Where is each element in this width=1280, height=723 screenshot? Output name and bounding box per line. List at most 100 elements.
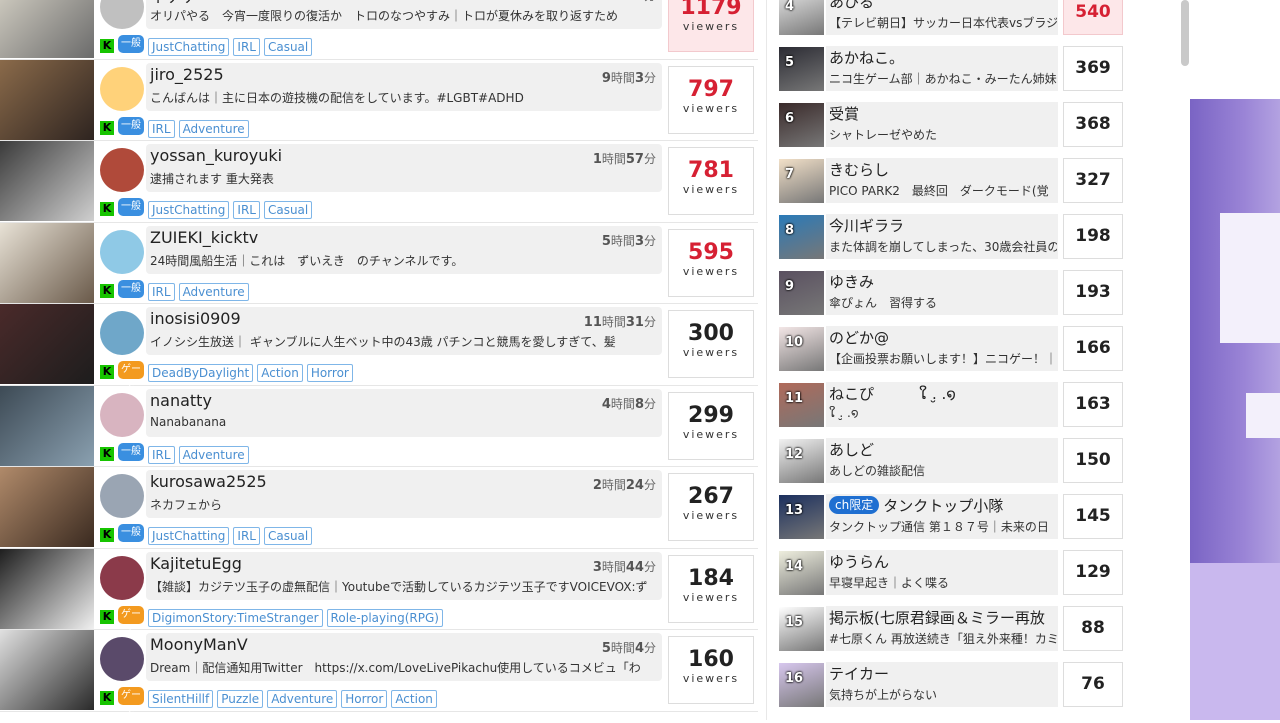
- nico-thumbnail[interactable]: 7: [779, 159, 824, 203]
- nico-streamer-name[interactable]: 掲示板(七原君録画＆ミラー再放: [829, 607, 1045, 628]
- viewer-count-box[interactable]: 781 viewers: [668, 147, 754, 215]
- stream-tag[interactable]: Adventure: [178, 445, 249, 464]
- stream-row[interactable]: ネテテ 33分オリパやる 今宵一度限りの復活か トロのなつやすみ｜トロが夏休みを取…: [0, 0, 758, 60]
- nico-row[interactable]: 12 あしど あしどの雑談配信 150: [774, 432, 1130, 488]
- nico-thumbnail[interactable]: 9: [779, 271, 824, 315]
- stream-row[interactable]: inosisi0909 11時間31分 イノシシ生放送｜ ギャンブルに人生ベット中の…: [0, 304, 758, 393]
- nico-streamer-name[interactable]: あひる: [829, 0, 874, 12]
- viewer-count-box[interactable]: 184 viewers: [668, 554, 754, 623]
- stream-tag[interactable]: Action: [257, 364, 303, 382]
- nico-streamer-name[interactable]: のどか@: [829, 327, 889, 348]
- nico-viewer-box[interactable]: 327: [1063, 158, 1123, 203]
- nico-row[interactable]: 13 ch限定 タンクトップ小隊 タンクトップ通信 第１８７号｜未来の日 145: [774, 488, 1130, 544]
- stream-tag[interactable]: Horror: [341, 690, 388, 708]
- stream-tag[interactable]: Horror: [306, 364, 353, 382]
- viewer-count-box[interactable]: 267 viewers: [668, 473, 754, 541]
- stream-tag[interactable]: Action: [391, 690, 437, 708]
- scrollbar-thumb[interactable]: [1181, 0, 1189, 66]
- stream-thumbnail[interactable]: [0, 385, 94, 466]
- viewer-count-box[interactable]: 160 viewers: [668, 636, 754, 704]
- nico-thumbnail[interactable]: 14: [779, 551, 824, 595]
- stream-row[interactable]: ZUIEKI_kicktv 5時間3分 24時間風船生活｜これは ずいえき のチャン…: [0, 222, 758, 304]
- viewer-count-box[interactable]: 300 viewers: [668, 310, 754, 378]
- nico-streamer-name[interactable]: きむらし: [829, 159, 889, 180]
- stream-row[interactable]: jiro_2525 9時間3分 こんばんは｜主に日本の遊技機の配信をしています。#L…: [0, 59, 758, 141]
- nico-thumbnail[interactable]: 12: [779, 439, 824, 483]
- nico-streamer-name[interactable]: あしど: [829, 439, 874, 460]
- stream-tag[interactable]: DigimonStory:TimeStranger: [148, 608, 323, 627]
- streamer-avatar[interactable]: [100, 148, 144, 192]
- nico-thumbnail[interactable]: 11: [779, 383, 824, 427]
- nico-thumbnail[interactable]: 6: [779, 103, 824, 147]
- streamer-avatar[interactable]: [100, 66, 144, 111]
- nico-row[interactable]: 9 ゆきみ 傘ぴょん 習得する 193: [774, 264, 1130, 320]
- nico-row[interactable]: 11 ねこぴ ໃ .̮ .໑ໃ .̮ .໑ 163: [774, 376, 1130, 432]
- nico-streamer-name[interactable]: ゆうらん: [829, 551, 889, 572]
- stream-tag[interactable]: Casual: [263, 38, 313, 56]
- viewer-count-box[interactable]: 1179 viewers: [668, 0, 754, 52]
- nico-row[interactable]: 15 掲示板(七原君録画＆ミラー再放 #七原くん 再放送続き「狙え外来種！カミ 88: [774, 600, 1130, 656]
- streamer-name[interactable]: ネテテ: [150, 0, 198, 7]
- stream-tag[interactable]: IRL: [148, 119, 175, 138]
- viewer-count-box[interactable]: 299 viewers: [668, 391, 754, 460]
- streamer-name[interactable]: ZUIEKI_kicktv: [150, 228, 258, 247]
- stream-thumbnail[interactable]: [0, 222, 94, 303]
- nico-viewer-box[interactable]: 198: [1063, 214, 1123, 259]
- streamer-name[interactable]: yossan_kuroyuki: [150, 146, 282, 165]
- nico-thumbnail[interactable]: 15: [779, 607, 824, 651]
- nico-row[interactable]: 10 のどか@ 【企画投票お願いします！】ニコゲー！｜ 166: [774, 320, 1130, 376]
- stream-row[interactable]: nanatty 4時間8分 Nanabanana K 一般 IRL Adventure 299…: [0, 385, 758, 467]
- stream-tag[interactable]: Casual: [263, 201, 313, 219]
- viewer-count-box[interactable]: 595 viewers: [668, 228, 754, 297]
- nico-thumbnail[interactable]: 16: [779, 663, 824, 707]
- nico-thumbnail[interactable]: 5: [779, 47, 824, 91]
- nico-viewer-box[interactable]: 540: [1063, 0, 1123, 35]
- viewer-count-box[interactable]: 797 viewers: [668, 65, 754, 134]
- stream-tag[interactable]: JustChatting: [148, 38, 230, 56]
- nico-viewer-box[interactable]: 193: [1063, 270, 1123, 315]
- stream-tag[interactable]: IRL: [148, 282, 175, 301]
- nico-row[interactable]: 5 あかねこ。 ニコ生ゲーム部｜あかねこ・みーたん姉妹 369: [774, 40, 1130, 96]
- streamer-avatar[interactable]: [100, 0, 144, 29]
- stream-thumbnail[interactable]: [0, 548, 94, 629]
- stream-thumbnail[interactable]: [0, 630, 94, 710]
- streamer-name[interactable]: MoonyManV: [150, 635, 248, 654]
- stream-row[interactable]: kurosawa2525 2時間24分 ネカフェから K 一般 JustChatting I…: [0, 467, 758, 549]
- stream-tag[interactable]: Adventure: [267, 690, 338, 708]
- streamer-avatar[interactable]: [100, 311, 144, 355]
- nico-streamer-name[interactable]: 今川ギララ: [829, 215, 904, 236]
- nico-row[interactable]: 8 今川ギララ また体調を崩してしまった、30歳会社員の 198: [774, 208, 1130, 264]
- nico-thumbnail[interactable]: 10: [779, 327, 824, 371]
- stream-thumbnail[interactable]: [0, 467, 94, 547]
- stream-tag[interactable]: IRL: [233, 527, 260, 545]
- nico-thumbnail[interactable]: 4: [779, 0, 824, 35]
- stream-row[interactable]: MoonyManV 5時間4分 Dream｜配信通知用Twitter https:/…: [0, 630, 758, 719]
- stream-tag[interactable]: Casual: [263, 527, 313, 545]
- stream-thumbnail[interactable]: [0, 0, 94, 58]
- nico-streamer-name[interactable]: ch限定 タンクトップ小隊: [829, 495, 1003, 516]
- streamer-name[interactable]: jiro_2525: [150, 65, 224, 84]
- nico-row[interactable]: 4 あひる 【テレビ朝日】サッカー日本代表vsブラジ 540: [774, 0, 1130, 40]
- streamer-name[interactable]: nanatty: [150, 391, 212, 410]
- streamer-avatar[interactable]: [100, 555, 144, 600]
- stream-row[interactable]: yossan_kuroyuki 1時間57分 逮捕されます 重大発表 K 一般 JustC…: [0, 141, 758, 223]
- streamer-avatar[interactable]: [100, 474, 144, 518]
- streamer-avatar[interactable]: [100, 392, 144, 437]
- stream-tag[interactable]: IRL: [148, 445, 175, 464]
- stream-thumbnail[interactable]: [0, 59, 94, 140]
- nico-viewer-box[interactable]: 369: [1063, 46, 1123, 91]
- nico-viewer-box[interactable]: 88: [1063, 606, 1123, 651]
- stream-tag[interactable]: Puzzle: [217, 690, 264, 708]
- nico-row[interactable]: 6 受賞 シャトレーゼやめた 368: [774, 96, 1130, 152]
- nico-viewer-box[interactable]: 76: [1063, 662, 1123, 707]
- stream-tag[interactable]: Adventure: [178, 119, 249, 138]
- nico-viewer-box[interactable]: 150: [1063, 438, 1123, 483]
- stream-tag[interactable]: Role-playing(RPG): [326, 608, 443, 627]
- stream-tag[interactable]: JustChatting: [148, 201, 230, 219]
- nico-streamer-name[interactable]: ゆきみ: [829, 271, 874, 292]
- nico-row[interactable]: 14 ゆうらん 早寝早起き｜よく喋る 129: [774, 544, 1130, 600]
- streamer-name[interactable]: kurosawa2525: [150, 472, 267, 491]
- stream-tag[interactable]: JustChatting: [148, 527, 230, 545]
- nico-viewer-box[interactable]: 166: [1063, 326, 1123, 371]
- side-video-preview[interactable]: [1190, 93, 1280, 720]
